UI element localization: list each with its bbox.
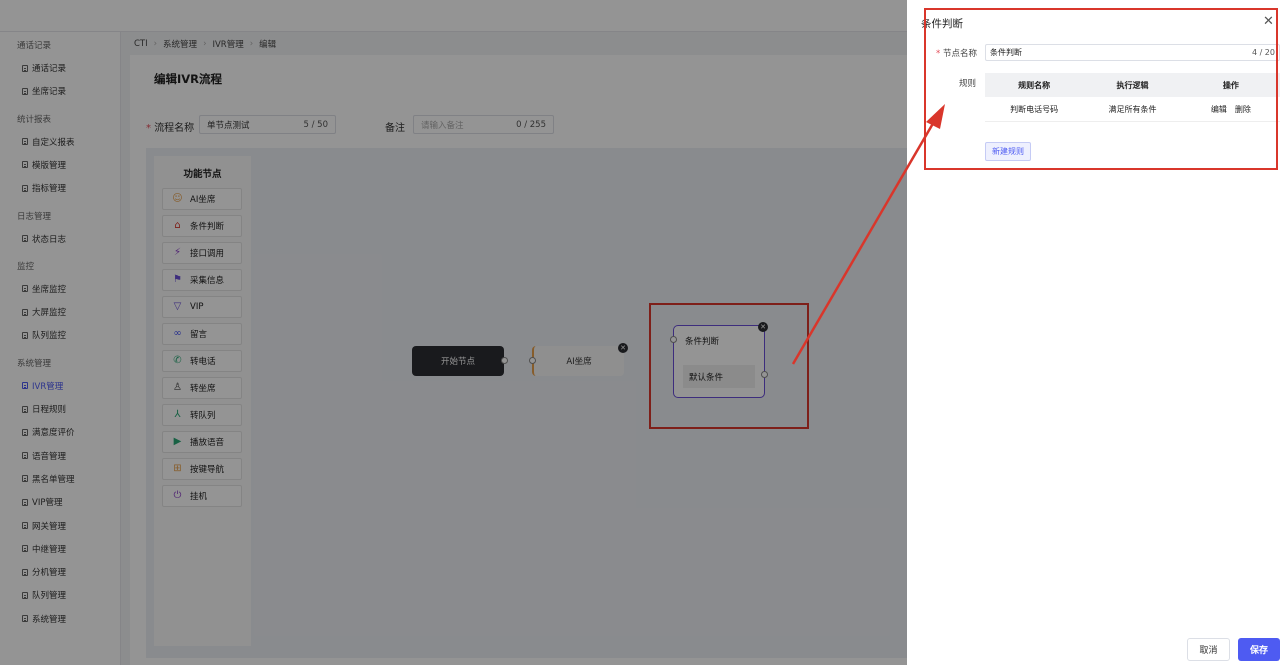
- rule-name-cell: 判断电话号码: [985, 97, 1084, 122]
- column-header: 操作: [1181, 73, 1280, 97]
- node-name-label: * 节点名称: [936, 49, 977, 59]
- cancel-button[interactable]: 取消: [1187, 638, 1230, 661]
- char-count: 4 / 20: [1251, 48, 1275, 57]
- new-rule-button[interactable]: 新建规则: [985, 142, 1031, 161]
- table-row: 判断电话号码 满足所有条件 编辑 删除: [985, 97, 1280, 122]
- delete-rule-link[interactable]: 删除: [1235, 105, 1251, 114]
- node-name-input[interactable]: 条件判断 4 / 20: [985, 44, 1280, 61]
- column-header: 规则名称: [985, 73, 1084, 97]
- column-header: 执行逻辑: [1083, 73, 1182, 97]
- rules-table: 规则名称 执行逻辑 操作 判断电话号码 满足所有条件 编辑 删除: [985, 73, 1280, 122]
- rule-logic-cell: 满足所有条件: [1083, 97, 1182, 122]
- rules-label: 规则: [959, 79, 977, 89]
- edit-rule-link[interactable]: 编辑: [1211, 105, 1227, 114]
- close-icon[interactable]: ✕: [1263, 14, 1274, 29]
- modal-mask[interactable]: [0, 0, 907, 665]
- drawer-title: 条件判断: [921, 18, 963, 30]
- node-name-value: 条件判断: [990, 48, 1022, 57]
- rule-actions-cell: 编辑 删除: [1181, 97, 1280, 122]
- save-button[interactable]: 保存: [1238, 638, 1280, 661]
